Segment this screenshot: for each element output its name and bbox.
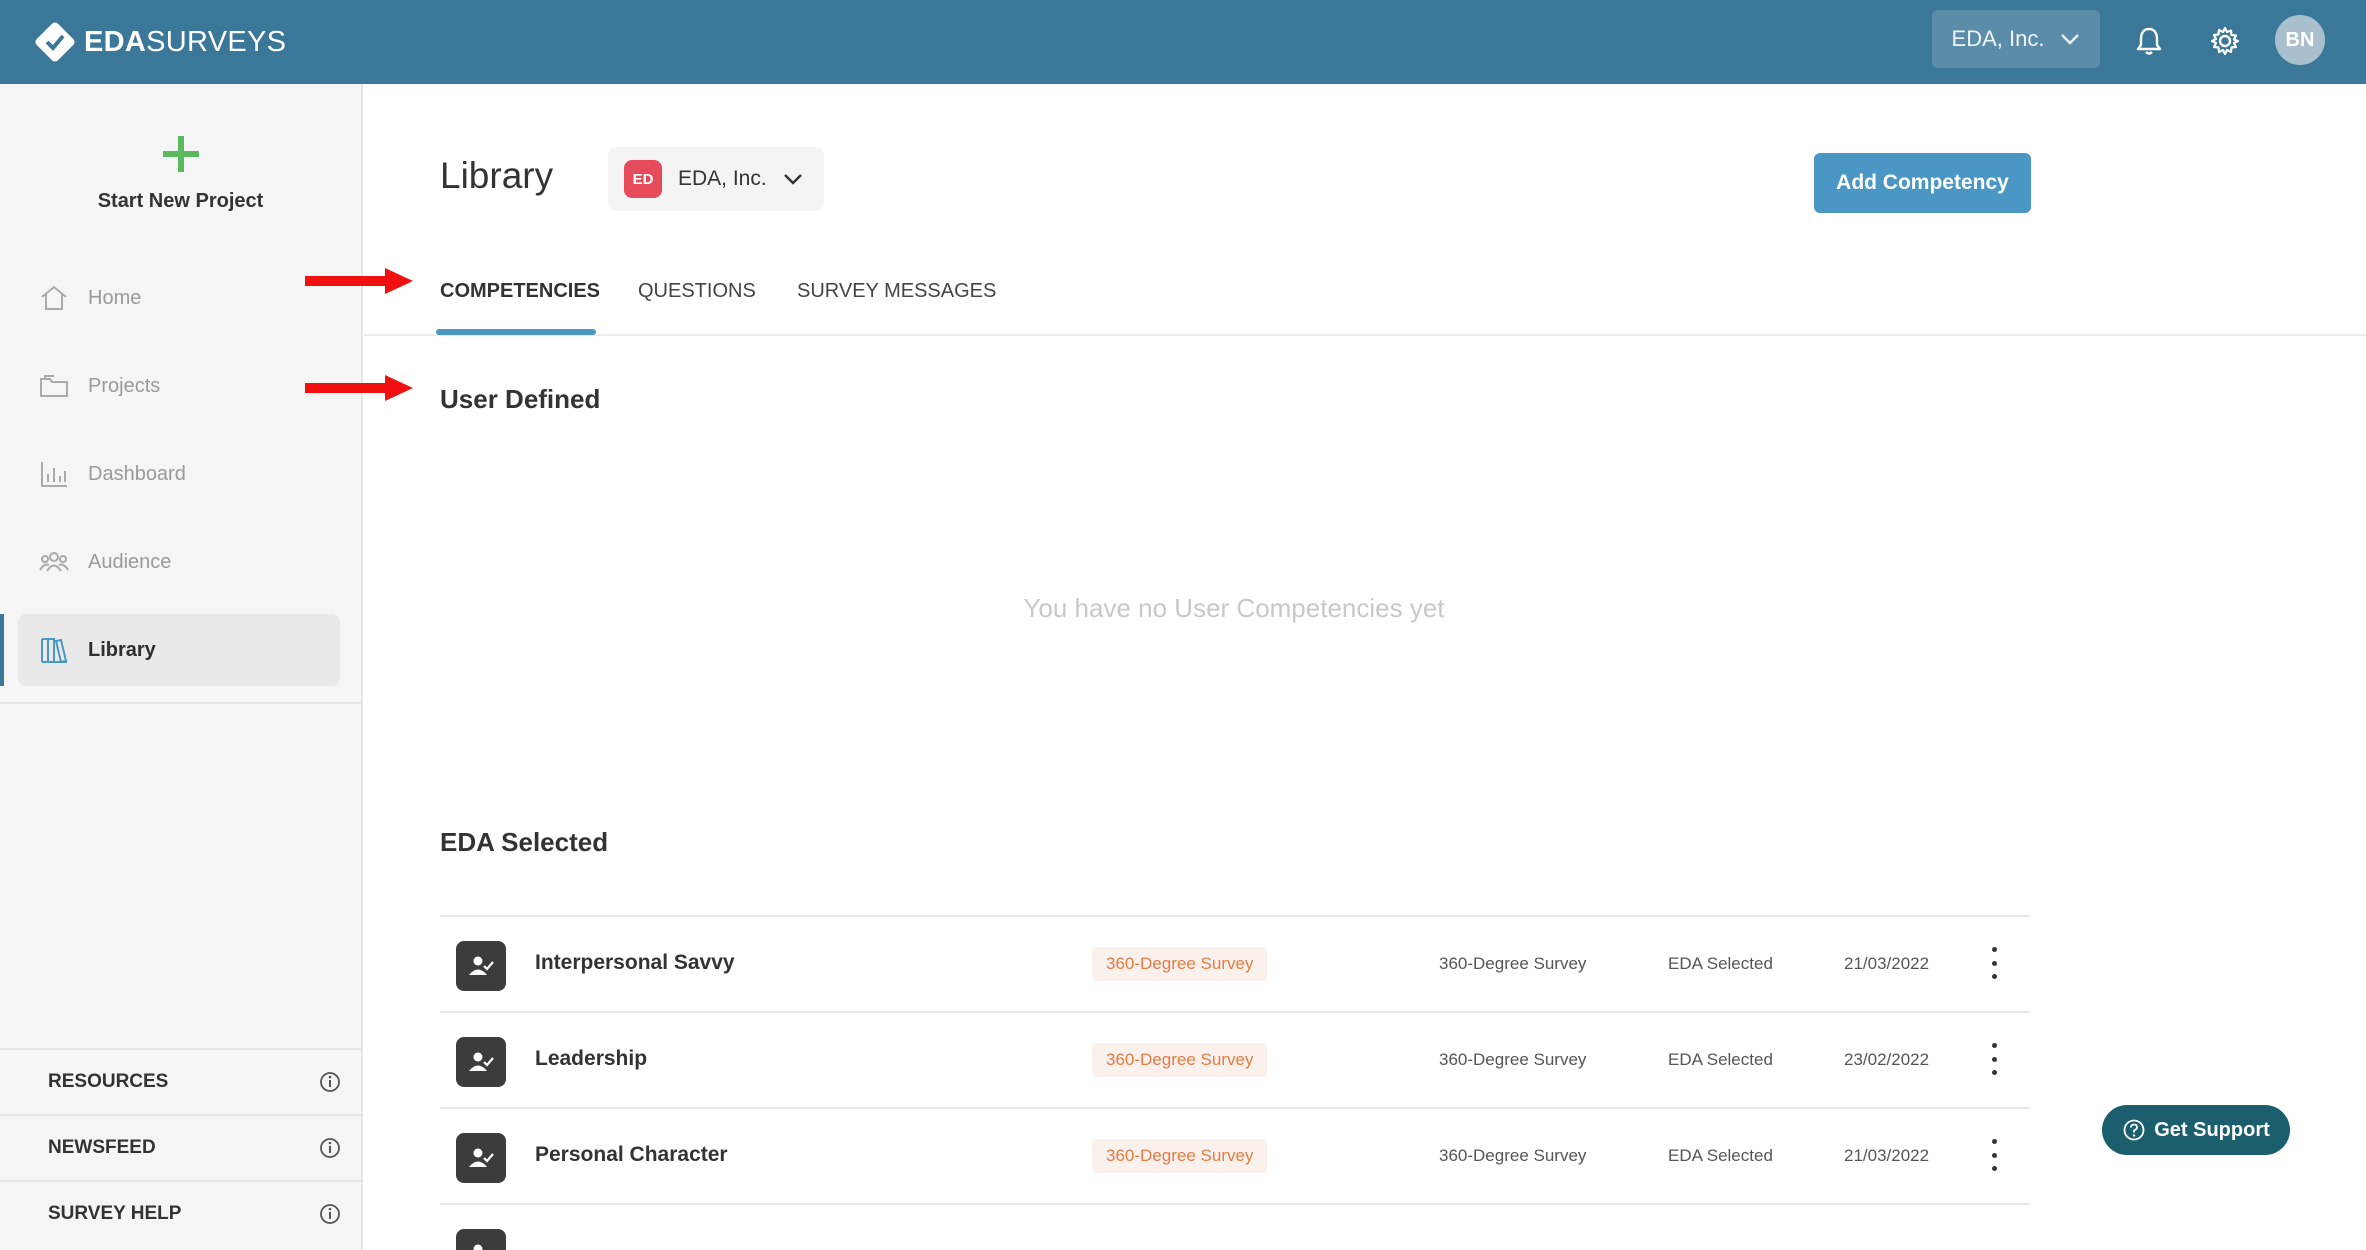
competency-name[interactable]: Personal Character (535, 1143, 728, 1167)
survey-type-badge: 360-Degree Survey (1092, 1043, 1268, 1077)
settings-button[interactable] (2204, 20, 2246, 62)
date: 23/02/2022 (1844, 1050, 1930, 1069)
books-icon (41, 638, 68, 664)
user-defined-heading: User Defined (440, 384, 601, 414)
sidebar-item-label: Library (88, 638, 156, 661)
sidebar-survey-help[interactable]: SURVEY HELP (0, 1180, 361, 1246)
gear-icon (2210, 26, 2240, 56)
chevron-down-icon (783, 174, 802, 185)
logo-diamond-icon (35, 22, 75, 62)
get-support-button[interactable]: Get Support (2102, 1105, 2290, 1155)
app-logo[interactable]: EDASURVEYS (32, 17, 286, 67)
people-icon (39, 552, 69, 572)
tabs-divider (364, 334, 2366, 336)
resources-label: RESOURCES (48, 1071, 169, 1092)
info-icon[interactable] (319, 1203, 341, 1225)
brand-name: EDASURVEYS (84, 25, 287, 58)
more-options-icon[interactable] (1982, 1043, 2006, 1075)
user-check-icon (469, 1052, 494, 1071)
user-check-icon (469, 956, 494, 975)
organization-switcher-label: EDA, Inc. (1951, 26, 2045, 51)
competency-icon (456, 941, 506, 991)
competency-icon (456, 1229, 506, 1250)
survey-type: 360-Degree Survey (1439, 1146, 1587, 1165)
user-check-icon (473, 1244, 483, 1250)
home-icon (41, 285, 67, 310)
survey-type-badge: 360-Degree Survey (1092, 947, 1268, 981)
start-new-project-button[interactable]: Start New Project (0, 134, 361, 254)
date: 21/03/2022 (1844, 954, 1930, 973)
organization-switcher[interactable]: EDA, Inc. (1932, 10, 2100, 68)
empty-state-message: You have no User Competencies yet (1023, 593, 1445, 623)
sidebar-item-label: Home (88, 286, 142, 309)
get-support-label: Get Support (2154, 1118, 2270, 1141)
newsfeed-label: NEWSFEED (48, 1137, 156, 1158)
add-competency-button[interactable]: Add Competency (1814, 153, 2031, 213)
bell-icon (2136, 27, 2162, 55)
selected-by: EDA Selected (1668, 1050, 1773, 1069)
user-avatar[interactable]: BN (2275, 15, 2325, 65)
organization-selector-label: EDA, Inc. (678, 167, 767, 190)
tab-competencies[interactable]: COMPETENCIES (440, 280, 600, 336)
page-title: Library (440, 155, 554, 196)
info-icon[interactable] (319, 1071, 341, 1093)
sidebar-item-dashboard[interactable]: Dashboard (18, 438, 340, 510)
sidebar: Start New Project Home Projects Dashboar… (0, 84, 363, 1250)
annotation-arrow-icon (305, 268, 413, 294)
top-bar: EDASURVEYS EDA, Inc. BN (0, 0, 2366, 84)
survey-type-badge: 360-Degree Survey (1092, 1139, 1268, 1173)
sidebar-item-audience[interactable]: Audience (18, 526, 340, 598)
sidebar-resources[interactable]: RESOURCES (0, 1048, 361, 1114)
sidebar-item-home[interactable]: Home (18, 262, 340, 334)
sidebar-item-label: Audience (88, 550, 172, 573)
organization-selector[interactable]: ED EDA, Inc. (608, 147, 824, 211)
annotation-arrow-icon (305, 375, 413, 401)
competency-icon (456, 1037, 506, 1087)
sidebar-item-library[interactable]: Library (18, 614, 340, 686)
selected-by: EDA Selected (1668, 954, 1773, 973)
survey-help-label: SURVEY HELP (48, 1203, 182, 1224)
tab-questions[interactable]: QUESTIONS (638, 280, 756, 336)
notifications-button[interactable] (2128, 20, 2170, 62)
date: 21/03/2022 (1844, 1146, 1930, 1165)
survey-type: 360-Degree Survey (1439, 954, 1587, 973)
sidebar-divider (0, 702, 361, 704)
tab-survey-messages[interactable]: SURVEY MESSAGES (797, 280, 996, 336)
list-item[interactable] (440, 1203, 2030, 1250)
competency-name[interactable]: Leadership (535, 1047, 647, 1071)
selected-by: EDA Selected (1668, 1146, 1773, 1165)
folder-icon (40, 375, 68, 397)
start-new-project-label: Start New Project (97, 190, 264, 212)
competency-icon (456, 1133, 506, 1183)
list-item[interactable]: Personal Character 360-Degree Survey 360… (440, 1107, 2030, 1203)
bar-chart-icon (41, 462, 67, 487)
competency-name[interactable]: Interpersonal Savvy (535, 951, 735, 975)
chevron-down-icon (2061, 34, 2080, 45)
organization-badge: ED (624, 160, 662, 198)
sidebar-item-label: Projects (88, 374, 161, 397)
sidebar-newsfeed[interactable]: NEWSFEED (0, 1114, 361, 1180)
list-item[interactable]: Leadership 360-Degree Survey 360-Degree … (440, 1011, 2030, 1107)
eda-selected-heading: EDA Selected (440, 827, 609, 857)
active-tab-indicator (436, 329, 596, 335)
info-icon[interactable] (319, 1137, 341, 1159)
active-nav-indicator (0, 614, 4, 686)
sidebar-item-projects[interactable]: Projects (18, 350, 340, 422)
help-circle-icon (2123, 1119, 2145, 1141)
list-item[interactable]: Interpersonal Savvy 360-Degree Survey 36… (440, 915, 2030, 1011)
more-options-icon[interactable] (1982, 1139, 2006, 1171)
survey-type: 360-Degree Survey (1439, 1050, 1587, 1069)
user-check-icon (469, 1148, 494, 1167)
plus-icon (162, 136, 199, 172)
more-options-icon[interactable] (1982, 947, 2006, 979)
sidebar-item-label: Dashboard (88, 462, 186, 485)
